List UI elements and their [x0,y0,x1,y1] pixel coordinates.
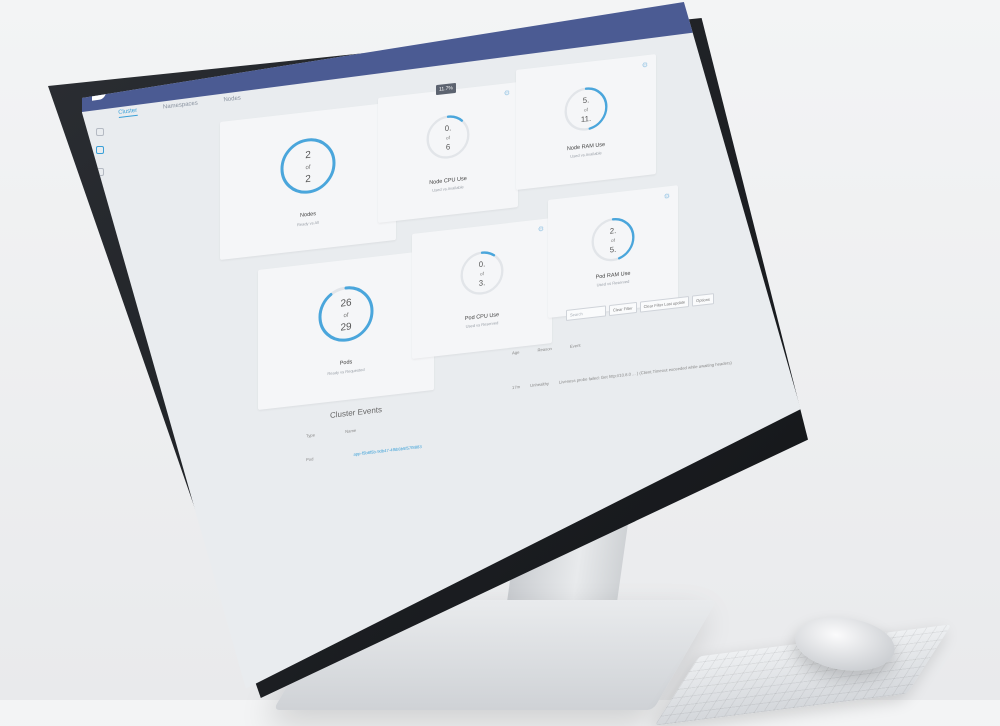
pods-gauge: 26 of 29 [318,286,374,342]
card-nodes: ⚙ 2 of 2 Nodes Ready vs All [220,101,396,261]
desk-scene: Cluster Cluster Namespaces Nodes [0,0,1000,726]
monitor: Cluster Cluster Namespaces Nodes [0,0,1000,700]
settings-icon[interactable] [96,268,104,276]
row-name-link[interactable]: app-f5b8f5b-9db47-4f5b8b5f57f8883 [353,444,421,457]
svg-text:of: of [306,165,311,172]
options-button[interactable]: Options [692,293,714,307]
svg-text:2.: 2. [610,226,617,236]
col-age[interactable]: Age [512,350,519,356]
gear-icon[interactable]: ⚙ [504,89,510,98]
svg-text:6: 6 [446,142,451,152]
table-row-right[interactable]: 17m Unhealthy Liveness probe failed: Get… [512,359,742,390]
help-icon[interactable] [96,308,104,316]
pod-cpu-gauge: 0. of 3. [460,251,504,295]
events-header-row: Type Name [306,427,366,439]
gear-icon[interactable]: ⚙ [642,61,648,70]
node-cpu-gauge: 0. of 6 [426,115,470,159]
svg-text:of: of [480,271,485,277]
row-event: Liveness probe failed: Get http://10.8.0… [559,360,732,385]
heart-icon[interactable] [96,248,104,256]
tab-nodes[interactable]: Nodes [223,95,241,105]
nodes-gauge: 2 of 2 [280,138,336,194]
svg-text:2: 2 [305,174,311,186]
svg-text:26: 26 [340,297,352,309]
gear-icon[interactable]: ⚙ [664,192,670,201]
svg-text:0.: 0. [479,259,486,269]
svg-text:of: of [611,238,616,244]
home-icon[interactable] [96,128,104,136]
svg-text:5.: 5. [610,245,617,255]
collapse-sidebar-icon[interactable]: › [97,642,100,651]
col-name[interactable]: Name [345,428,356,434]
flag-icon[interactable] [96,288,104,296]
card-node-ram: ⚙ 5. of 11. Node RAM Use Used vs Availab… [516,54,656,191]
svg-text:3.: 3. [479,278,486,288]
table-row[interactable]: Pod app-f5b8f5b-9db47-4f5b8b5f57f8883 [306,443,432,462]
svg-text:2: 2 [305,150,311,162]
row-reason: Unhealthy [530,380,550,389]
svg-text:of: of [446,135,451,141]
pod-ram-gauge: 2. of 5. [591,217,635,262]
svg-text:5.: 5. [583,95,590,105]
clear-filter-button[interactable]: Clear Filter [609,301,637,317]
tab-cluster[interactable]: Cluster [118,107,138,118]
events-title: Cluster Events [330,405,383,420]
col-reason[interactable]: Reason [537,346,551,353]
screen-viewport: Cluster Cluster Namespaces Nodes [78,2,801,689]
node-ram-gauge: 5. of 11. [564,87,608,131]
cluster-icon[interactable] [96,146,104,154]
svg-text:29: 29 [340,321,352,333]
card-pods: ⚙ 26 of 29 Pods Ready vs Requested [258,249,434,410]
tab-namespaces[interactable]: Namespaces [163,101,199,113]
card-node-cpu: ⚙ 0. of 6 Node CPU Use Used vs Available [378,82,518,223]
svg-text:of: of [344,313,349,320]
row-type: Pod [306,456,314,463]
card-pod-cpu: ⚙ 0. of 3. Pod CPU Use Used vs Reserved [412,218,552,359]
svg-text:of: of [584,107,589,113]
row-age: 17m [512,384,521,391]
svg-text:11.: 11. [581,114,591,124]
col-event[interactable]: Event [570,343,581,349]
gear-icon[interactable]: ⚙ [538,225,544,234]
col-type[interactable]: Type [306,432,315,438]
svg-text:0.: 0. [445,123,452,133]
card-pod-ram: ⚙ 2. of 5. Pod RAM Use Used vs Reserved [548,185,678,318]
